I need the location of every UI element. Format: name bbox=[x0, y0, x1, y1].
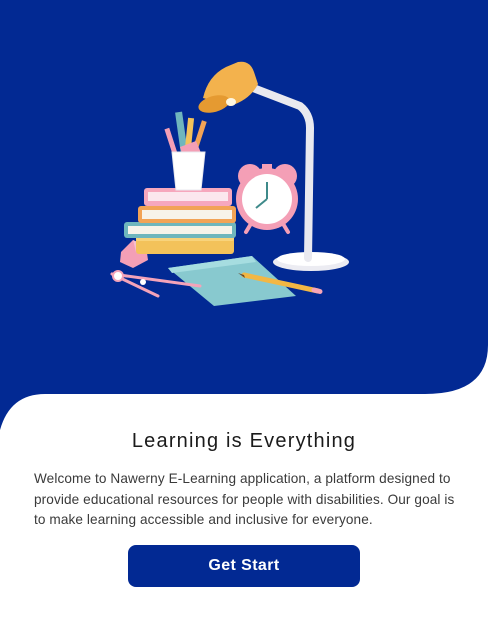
welcome-description: Welcome to Nawerny E-Learning applicatio… bbox=[34, 471, 455, 527]
onboarding-screen: Learning is Everything Welcome to Nawern… bbox=[0, 0, 488, 630]
hero-banner bbox=[0, 0, 488, 440]
get-start-button[interactable]: Get Start bbox=[128, 545, 360, 587]
page-title: Learning is Everything bbox=[131, 430, 357, 452]
